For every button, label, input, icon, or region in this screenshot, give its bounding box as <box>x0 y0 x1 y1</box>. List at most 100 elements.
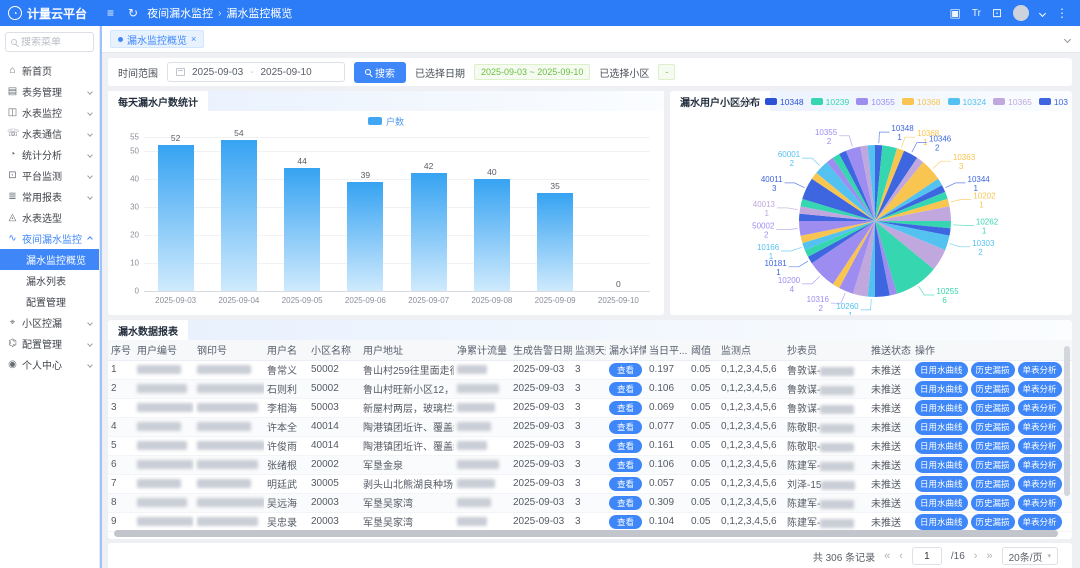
daily-water-curve-button[interactable]: 日用水曲线 <box>915 495 968 511</box>
sidebar-item-meter-monitor[interactable]: ◫水表监控 <box>0 102 99 123</box>
page-input[interactable] <box>912 547 942 565</box>
pie-legend-item[interactable]: 10365 <box>993 97 1032 107</box>
sidebar-item-meter-comm[interactable]: ☏水表通信 <box>0 123 99 144</box>
bar[interactable] <box>221 140 257 291</box>
sidebar-item-user[interactable]: ◉个人中心 <box>0 354 99 375</box>
legend-next-icon[interactable]: ▸ <box>754 96 758 107</box>
single-meter-analysis-button[interactable]: 单表分析 <box>1018 476 1062 492</box>
sidebar-item-sub[interactable]: 漏水列表 <box>0 270 99 291</box>
chevron-down-icon[interactable] <box>1039 9 1046 16</box>
view-detail-button[interactable]: 查看 <box>609 382 642 396</box>
bar[interactable] <box>158 145 194 291</box>
tab-leak-overview[interactable]: 漏水监控概览 × <box>110 30 204 48</box>
bar[interactable] <box>474 179 510 291</box>
single-meter-analysis-button[interactable]: 单表分析 <box>1018 362 1062 378</box>
daily-water-curve-button[interactable]: 日用水曲线 <box>915 362 968 378</box>
sidebar-item-sub[interactable]: 配置管理 <box>0 291 99 312</box>
search-button[interactable]: 搜索 <box>354 62 406 83</box>
history-leak-button[interactable]: 历史漏损 <box>971 381 1015 397</box>
daily-water-curve-button[interactable]: 日用水曲线 <box>915 457 968 473</box>
vertical-scrollbar[interactable] <box>1064 346 1070 496</box>
next-page-button[interactable]: › <box>974 550 978 562</box>
single-meter-analysis-button[interactable]: 单表分析 <box>1018 400 1062 416</box>
more-icon[interactable]: ⋮ <box>1056 6 1068 20</box>
pie-legend-item[interactable]: 10324 <box>948 97 987 107</box>
single-meter-analysis-button[interactable]: 单表分析 <box>1018 381 1062 397</box>
pie-legend-item[interactable]: 10368 <box>902 97 941 107</box>
last-page-button[interactable]: » <box>986 550 992 562</box>
daily-water-curve-button[interactable]: 日用水曲线 <box>915 438 968 454</box>
pie-label-line <box>789 261 808 267</box>
bar[interactable] <box>411 173 447 291</box>
page-size-select[interactable]: 20条/页 ▾ <box>1002 547 1058 565</box>
date-range-input[interactable]: 2025-09-03 - 2025-09-10 <box>167 62 345 82</box>
first-page-button[interactable]: « <box>884 550 890 562</box>
sidebar-item-community[interactable]: ⌖小区控漏 <box>0 312 99 333</box>
pie-legend-item[interactable]: 10355 <box>856 97 895 107</box>
masked-text <box>197 441 264 450</box>
tabbar-chevron-icon[interactable] <box>1064 35 1071 42</box>
legend-prev-icon[interactable]: ◂ <box>729 96 733 107</box>
daily-water-curve-button[interactable]: 日用水曲线 <box>915 476 968 492</box>
sidebar-item-selection[interactable]: ◬水表选型 <box>0 207 99 228</box>
sidebar-item-sub[interactable]: 漏水监控概览 <box>0 249 99 270</box>
sidebar-item-label: 漏水监控概览 <box>26 252 86 267</box>
tab-close-icon[interactable]: × <box>191 34 196 44</box>
sidebar-search[interactable] <box>5 32 94 52</box>
history-leak-button[interactable]: 历史漏损 <box>971 495 1015 511</box>
bar[interactable] <box>284 168 320 291</box>
view-detail-button[interactable]: 查看 <box>609 439 642 453</box>
table-header-cell: 监测天数 <box>572 340 606 360</box>
table-header-cell[interactable]: 推送状态▽ <box>868 340 912 360</box>
history-leak-button[interactable]: 历史漏损 <box>971 362 1015 378</box>
single-meter-analysis-button[interactable]: 单表分析 <box>1018 457 1062 473</box>
gallery-icon[interactable]: ▣ <box>950 6 961 20</box>
collapse-menu-icon[interactable]: ≡ <box>107 6 114 20</box>
bar[interactable] <box>537 193 573 291</box>
pie-legend-item[interactable]: 10239 <box>811 97 850 107</box>
bar-legend[interactable]: 户数 <box>108 113 664 129</box>
single-meter-analysis-button[interactable]: 单表分析 <box>1018 438 1062 454</box>
view-detail-button[interactable]: 查看 <box>609 363 642 377</box>
pie-legend-item[interactable]: 103 <box>1039 97 1068 107</box>
history-leak-button[interactable]: 历史漏损 <box>971 419 1015 435</box>
daily-water-curve-button[interactable]: 日用水曲线 <box>915 400 968 416</box>
sidebar-item-report[interactable]: ≣常用报表 <box>0 186 99 207</box>
bar-slot: 422025-09-07 <box>397 137 460 291</box>
sidebar-item-platform[interactable]: ⊡平台监测 <box>0 165 99 186</box>
search-input[interactable] <box>21 37 88 48</box>
breadcrumb-parent[interactable]: 夜间漏水监控 <box>147 5 213 21</box>
daily-water-curve-button[interactable]: 日用水曲线 <box>915 381 968 397</box>
single-meter-analysis-button[interactable]: 单表分析 <box>1018 495 1062 511</box>
prev-page-button[interactable]: ‹ <box>899 550 903 562</box>
view-detail-button[interactable]: 查看 <box>609 458 642 472</box>
table-cell: 2025-09-03 <box>510 455 572 474</box>
history-leak-button[interactable]: 历史漏损 <box>971 400 1015 416</box>
avatar[interactable] <box>1013 5 1029 21</box>
sidebar-item-leak-monitor[interactable]: ∿夜间漏水监控 <box>0 228 99 249</box>
view-detail-button[interactable]: 查看 <box>609 496 642 510</box>
bar[interactable] <box>347 182 383 291</box>
sidebar-item-stats[interactable]: ◔统计分析 <box>0 144 99 165</box>
sidebar-item-config[interactable]: ⌬配置管理 <box>0 333 99 354</box>
history-leak-button[interactable]: 历史漏损 <box>971 457 1015 473</box>
daily-water-curve-button[interactable]: 日用水曲线 <box>915 514 968 530</box>
pie-legend-item[interactable]: 10348 <box>765 97 804 107</box>
horizontal-scrollbar[interactable] <box>114 530 1058 537</box>
refresh-icon[interactable]: ↻ <box>128 6 138 20</box>
view-detail-button[interactable]: 查看 <box>609 477 642 491</box>
history-leak-button[interactable]: 历史漏损 <box>971 476 1015 492</box>
fullscreen-icon[interactable]: ⊡ <box>992 6 1002 20</box>
sidebar-item-meter-admin[interactable]: ▤表务管理 <box>0 81 99 102</box>
single-meter-analysis-button[interactable]: 单表分析 <box>1018 514 1062 530</box>
view-detail-button[interactable]: 查看 <box>609 515 642 529</box>
daily-water-curve-button[interactable]: 日用水曲线 <box>915 419 968 435</box>
single-meter-analysis-button[interactable]: 单表分析 <box>1018 419 1062 435</box>
history-leak-button[interactable]: 历史漏损 <box>971 438 1015 454</box>
history-leak-button[interactable]: 历史漏损 <box>971 514 1015 530</box>
font-size-icon[interactable]: Tr <box>972 8 981 19</box>
sidebar-item-home[interactable]: ⌂新首页 <box>0 60 99 81</box>
view-detail-button[interactable]: 查看 <box>609 401 642 415</box>
view-detail-button[interactable]: 查看 <box>609 420 642 434</box>
actions-cell: 日用水曲线历史漏损单表分析 <box>912 379 1072 398</box>
